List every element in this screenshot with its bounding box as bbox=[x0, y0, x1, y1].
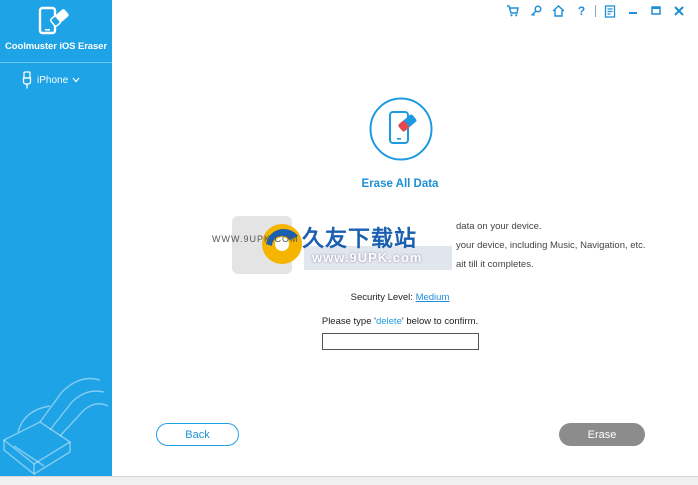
confirm-prefix: Please type ' bbox=[321, 316, 376, 327]
confirm-suffix: ' below to confirm. bbox=[401, 316, 479, 327]
app-title: Coolmuster iOS Eraser bbox=[5, 41, 107, 52]
confirm-input[interactable] bbox=[322, 333, 479, 350]
feedback-icon[interactable] bbox=[598, 3, 621, 19]
watermark-title: 久友下载站 bbox=[302, 226, 418, 251]
watermark-url-left: WWW.9UPK.COM bbox=[212, 234, 299, 244]
description-line: data on your device. bbox=[456, 221, 542, 232]
erase-phone-icon bbox=[369, 97, 433, 161]
confirm-word: delete bbox=[375, 316, 402, 327]
toolbar-separator bbox=[595, 5, 596, 17]
minimize-icon[interactable] bbox=[621, 3, 644, 19]
close-icon[interactable] bbox=[667, 3, 690, 19]
page-title: Erase All Data bbox=[361, 178, 439, 190]
device-label: iPhone bbox=[37, 74, 69, 86]
sidebar-divider bbox=[0, 62, 112, 63]
security-level-link[interactable]: Medium bbox=[416, 292, 450, 303]
sidebar: Coolmuster iOS Eraser iPhone bbox=[0, 0, 112, 476]
chevron-down-icon bbox=[72, 77, 80, 83]
security-level-label: Security Level: bbox=[350, 292, 413, 303]
description-line: your device, including Music, Navigation… bbox=[456, 240, 646, 251]
help-icon[interactable]: ? bbox=[570, 3, 593, 19]
status-bar bbox=[0, 476, 698, 485]
device-selector[interactable]: iPhone bbox=[22, 71, 85, 89]
home-icon[interactable] bbox=[547, 3, 570, 19]
back-button[interactable]: Back bbox=[156, 423, 239, 446]
eraser-decoration-icon bbox=[2, 377, 109, 476]
cart-icon[interactable] bbox=[501, 3, 524, 19]
description-line: ait till it completes. bbox=[456, 259, 534, 270]
app-logo-icon bbox=[38, 6, 69, 35]
watermark-url: www.9UPK.com bbox=[312, 250, 423, 265]
erase-button[interactable]: Erase bbox=[559, 423, 645, 446]
maximize-icon[interactable] bbox=[644, 3, 667, 19]
security-level: Security Level: Medium bbox=[300, 292, 500, 303]
confirm-instruction: Please type 'delete' below to confirm. bbox=[300, 316, 500, 327]
key-icon[interactable] bbox=[524, 3, 547, 19]
usb-icon bbox=[22, 71, 32, 89]
title-toolbar: ? bbox=[501, 3, 690, 19]
